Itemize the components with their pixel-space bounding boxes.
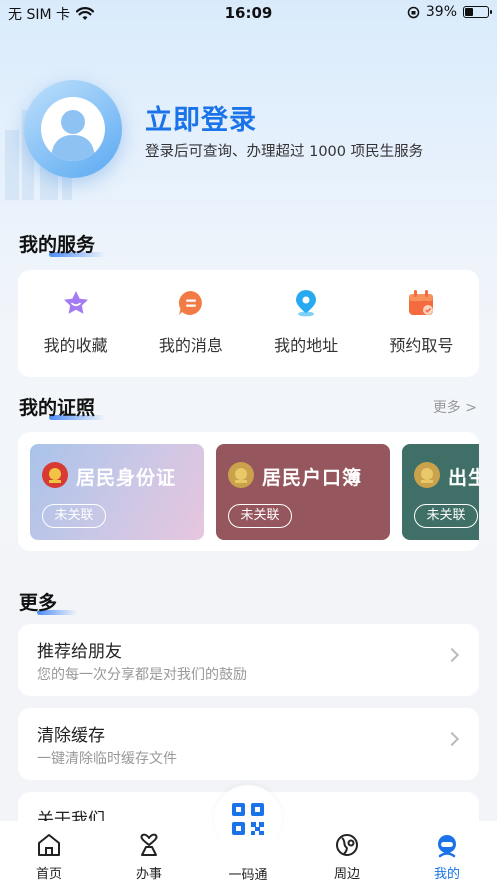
tab-label: 周边	[333, 867, 360, 882]
national-emblem-icon	[42, 462, 68, 488]
chevron-right-icon	[444, 647, 460, 663]
service-label: 我的收藏	[43, 336, 108, 355]
battery-percent: 39%	[425, 4, 457, 20]
list-item-subtitle: 一键清除临时缓存文件	[37, 751, 177, 767]
location-icon	[296, 290, 317, 317]
service-item-appointment[interactable]: 预约取号	[364, 270, 479, 377]
home-icon	[38, 834, 60, 856]
tab-services[interactable]: 办事	[114, 831, 184, 882]
national-emblem-icon	[228, 462, 254, 488]
tab-nearby[interactable]: 周边	[312, 831, 382, 882]
user-icon	[51, 110, 95, 161]
qr-code-icon	[232, 803, 264, 835]
battery-icon	[463, 6, 492, 18]
list-item-subtitle: 您的每一次分享都是对我们的鼓励	[37, 667, 247, 683]
nearby-icon	[336, 834, 358, 856]
certificate-status-badge: 未关联	[228, 504, 292, 528]
services-card: 我的收藏 我的消息 我的地址 预约取号	[18, 270, 479, 377]
certificates-more-link[interactable]: 更多 >	[433, 397, 477, 417]
login-button[interactable]: 立即登录	[145, 98, 257, 137]
list-item-title: 清除缓存	[37, 726, 105, 746]
certificate-card-household[interactable]: 居民户口簿 未关联	[216, 444, 390, 540]
service-label: 预约取号	[389, 336, 454, 355]
list-item-clear-cache[interactable]: 清除缓存 一键清除临时缓存文件	[18, 708, 479, 780]
certificates-card: 居民身份证 未关联 居民户口簿 未关联 出生 未关联	[18, 432, 479, 551]
chevron-right-icon	[444, 731, 460, 747]
orientation-lock-icon	[407, 6, 420, 18]
login-subtitle: 登录后可查询、办理超过 1000 项民生服务	[145, 144, 424, 160]
profile-icon	[438, 835, 456, 858]
service-item-messages[interactable]: 我的消息	[133, 270, 248, 377]
tab-label: 我的	[433, 867, 460, 882]
certificate-title: 居民户口簿	[262, 467, 363, 489]
certificate-status-badge: 未关联	[42, 504, 106, 528]
list-item-title: 推荐给朋友	[37, 642, 122, 662]
service-icon	[140, 833, 158, 856]
avatar[interactable]	[24, 80, 122, 178]
battery-level	[465, 8, 474, 16]
message-icon	[178, 290, 202, 315]
service-label: 我的地址	[274, 336, 339, 355]
certificate-status-badge: 未关联	[414, 504, 478, 528]
section-title-my-certificates: 我的证照	[19, 393, 105, 420]
tab-label: 办事	[135, 867, 162, 882]
service-item-favorites[interactable]: 我的收藏	[18, 270, 133, 377]
section-title-my-services: 我的服务	[19, 230, 105, 257]
status-bar: 无 SIM 卡 16:09 39%	[0, 0, 497, 26]
list-item-recommend[interactable]: 推荐给朋友 您的每一次分享都是对我们的鼓励	[18, 624, 479, 696]
section-title-more: 更多	[19, 588, 77, 615]
star-icon	[63, 291, 88, 314]
tab-label: 一码通	[228, 868, 268, 883]
certificate-card-id[interactable]: 居民身份证 未关联	[30, 444, 204, 540]
certificate-title: 出生	[448, 467, 479, 489]
tab-mine[interactable]: 我的	[412, 831, 482, 882]
tab-label: 首页	[35, 867, 62, 882]
service-label: 我的消息	[158, 336, 223, 355]
national-emblem-icon	[414, 462, 440, 488]
certificate-title: 居民身份证	[76, 467, 177, 489]
certificate-card-birth[interactable]: 出生 未关联	[402, 444, 479, 540]
qr-code-button[interactable]	[214, 785, 282, 853]
service-item-address[interactable]: 我的地址	[249, 270, 364, 377]
calendar-icon	[409, 290, 434, 315]
tab-home[interactable]: 首页	[14, 831, 84, 882]
